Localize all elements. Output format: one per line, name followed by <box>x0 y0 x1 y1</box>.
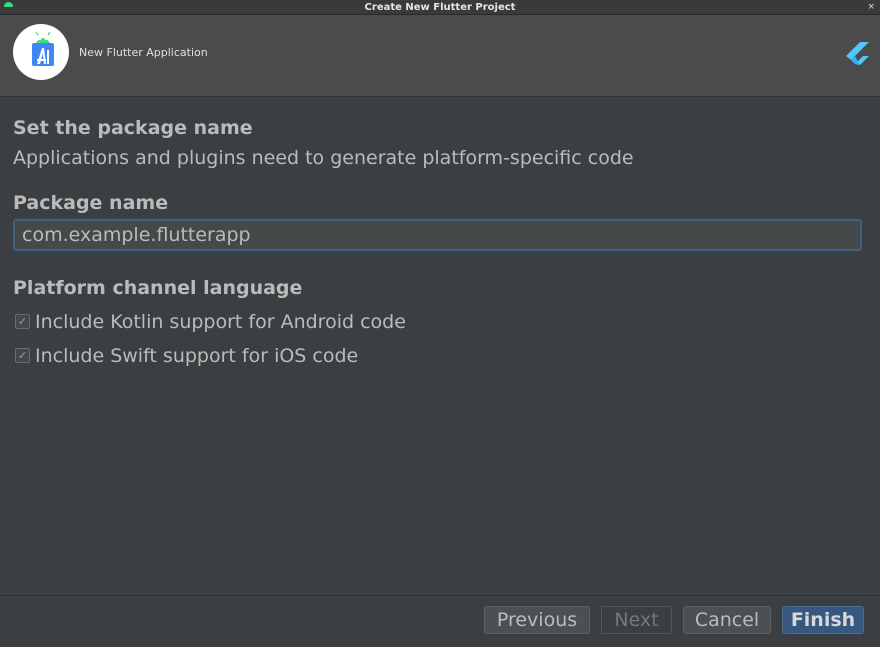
flutter-logo-icon <box>846 42 869 65</box>
platform-channel-heading: Platform channel language <box>13 277 303 299</box>
window-title: Create New Flutter Project <box>364 2 516 13</box>
footer-divider <box>0 595 880 596</box>
page-description: Applications and plugins need to generat… <box>13 147 634 169</box>
window-titlebar: Create New Flutter Project × <box>0 0 880 15</box>
swift-support-checkbox[interactable]: ✓ <box>15 348 30 363</box>
close-icon[interactable]: × <box>867 0 875 14</box>
package-name-input[interactable] <box>13 219 862 251</box>
next-button[interactable]: Next <box>601 606 672 634</box>
previous-button[interactable]: Previous <box>484 606 590 634</box>
wizard-header: New Flutter Application <box>0 15 880 97</box>
finish-button[interactable]: Finish <box>782 606 864 634</box>
cancel-button[interactable]: Cancel <box>683 606 771 634</box>
wizard-step-label: New Flutter Application <box>79 46 208 59</box>
package-name-label: Package name <box>13 192 169 214</box>
page-title: Set the package name <box>13 117 253 139</box>
android-studio-logo-icon <box>13 24 69 80</box>
kotlin-support-checkbox[interactable]: ✓ <box>15 314 30 329</box>
kotlin-support-label: Include Kotlin support for Android code <box>35 311 406 333</box>
swift-support-label: Include Swift support for iOS code <box>35 345 359 367</box>
